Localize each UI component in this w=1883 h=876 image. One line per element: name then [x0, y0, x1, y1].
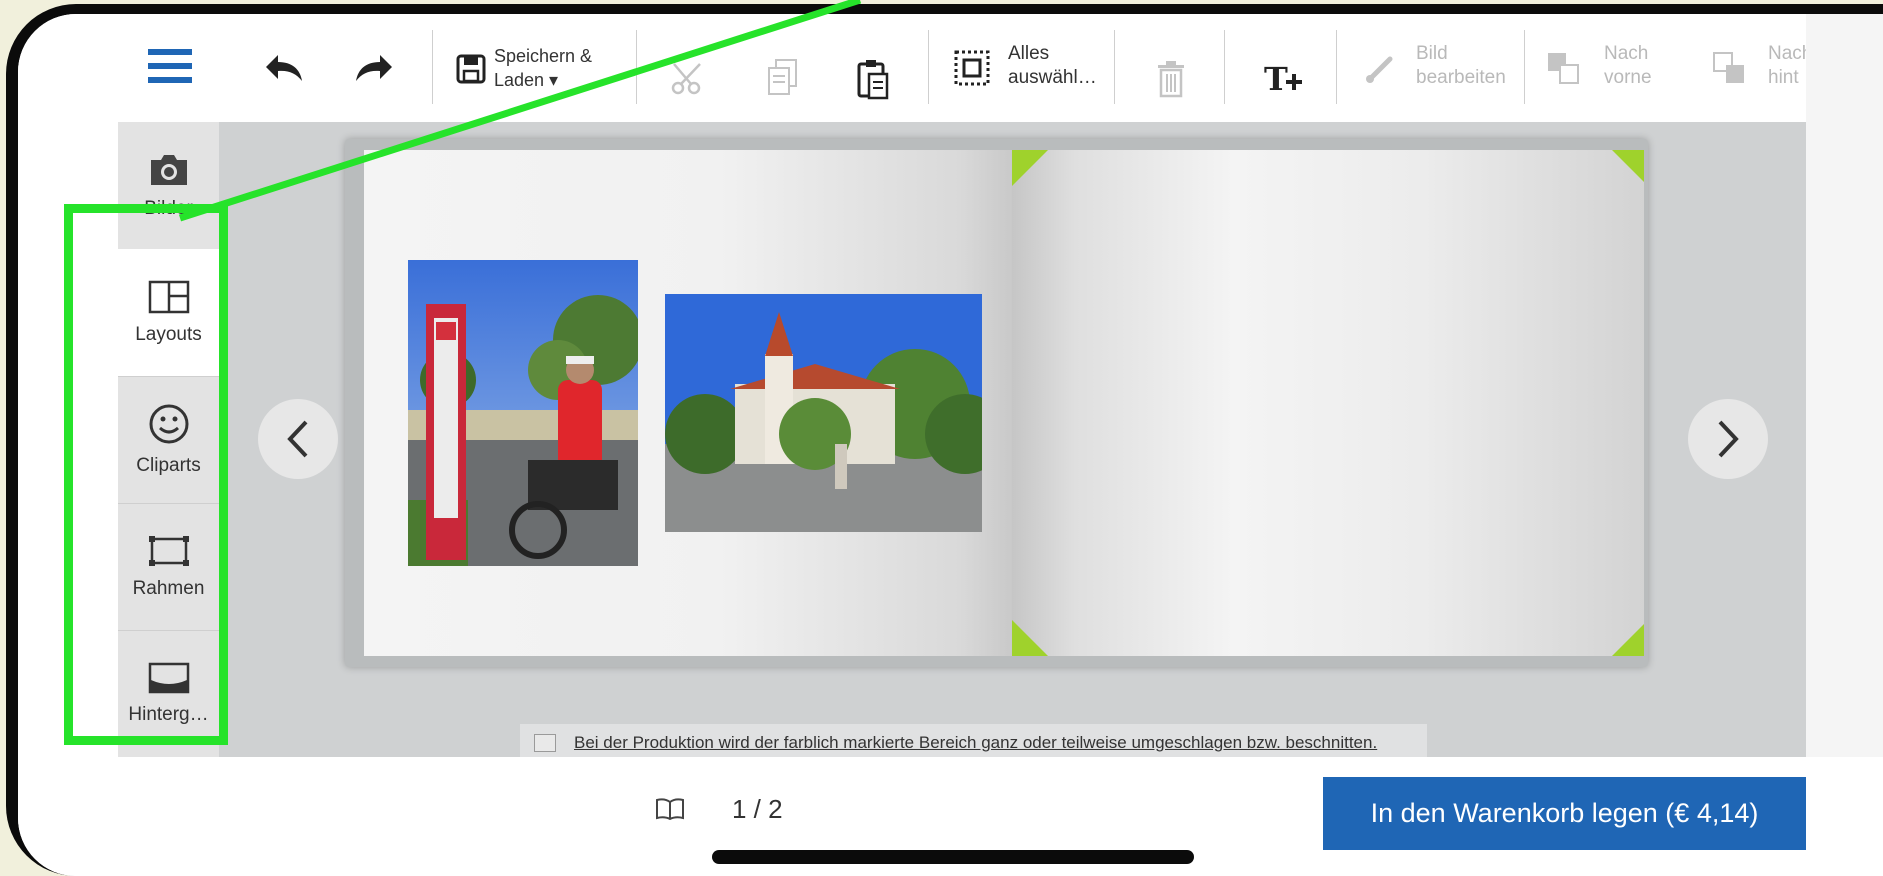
- annotation-arrow: [178, 0, 862, 222]
- home-indicator: [712, 850, 1194, 864]
